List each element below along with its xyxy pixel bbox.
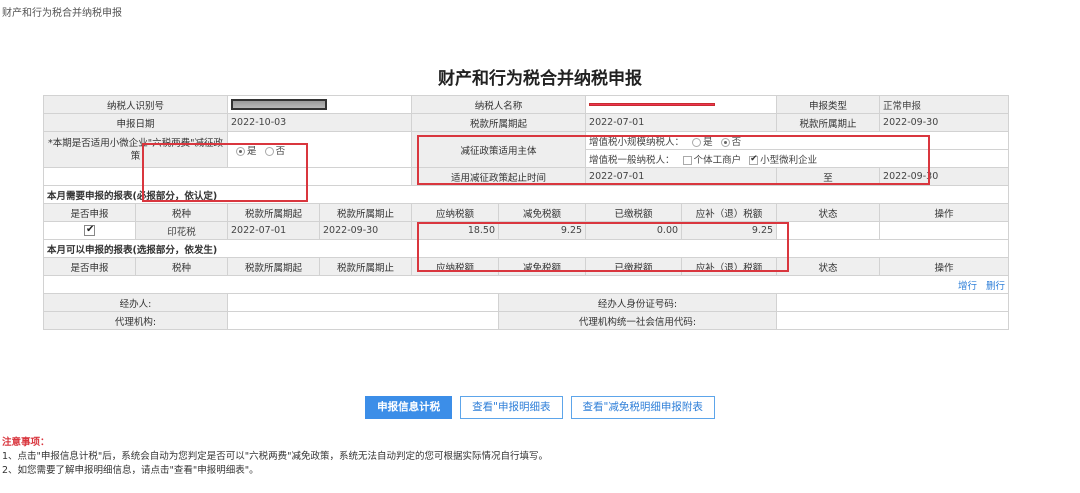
six-tax-no-radio[interactable]: [264, 146, 274, 156]
required-header-due: 应补（退）税额: [681, 203, 778, 222]
blank-cell: [42, 167, 413, 186]
due-cell: 9.25: [681, 221, 778, 240]
reduction-end-value: 2022-09-30: [879, 167, 1010, 186]
agency-code-input[interactable]: [776, 311, 1010, 330]
add-row-link[interactable]: 增行: [958, 281, 977, 292]
optional-header-end: 税款所属期止: [319, 257, 413, 276]
notes-title: 注意事项：: [2, 437, 50, 448]
handler-label: 经办人:: [42, 293, 229, 312]
six-tax-options: 是 否: [227, 131, 413, 168]
breadcrumb: 财产和行为税合并纳税申报: [2, 8, 122, 19]
row-start-cell: 2022-07-01: [227, 221, 321, 240]
notes: 注意事项： 1、点击"申报信息计税"后，系统会自动为您判定是否可以"六税两费"减…: [2, 436, 548, 478]
required-header-action: 操作: [879, 203, 1010, 222]
optional-header-declare: 是否申报: [43, 257, 136, 276]
optional-header-due: 应补（退）税额: [681, 257, 778, 276]
optional-header-reduced: 减免税额: [498, 257, 587, 276]
report-type-label: 申报类型: [776, 95, 881, 114]
six-tax-no-label: 否: [275, 145, 286, 157]
reduction-start-value: 2022-07-01: [585, 167, 778, 186]
period-start-value: 2022-07-01: [585, 113, 778, 132]
optional-header-status: 状态: [776, 257, 881, 276]
declaration-table: 纳税人识别号 纳税人名称 申报类型 正常申报 申报日期 2022-10-03 税…: [42, 95, 1010, 330]
small-scale-yes-radio[interactable]: [692, 137, 702, 147]
small-scale-no-radio[interactable]: [720, 137, 730, 147]
view-detail-button[interactable]: 查看"申报明细表: [460, 396, 563, 419]
general-taxpayer-row: 增值税一般纳税人： 个体工商户 小型微利企业: [585, 149, 1010, 168]
redacted-taxpayer-name: [589, 103, 716, 106]
required-header-payable: 应纳税额: [411, 203, 500, 222]
optional-section-title: 本月可以申报的报表(选报部分，依发生): [42, 239, 1010, 258]
optional-header-tax: 税种: [134, 257, 229, 276]
required-header-tax: 税种: [134, 203, 229, 222]
report-date-label: 申报日期: [42, 113, 229, 132]
notes-line-2: 2、如您需要了解申报明细信息，请点击"查看"申报明细表"。: [2, 465, 259, 476]
taxpayer-name-value: [585, 95, 778, 114]
notes-line-1: 1、点击"申报信息计税"后，系统会自动为您判定是否可以"六税两费"减免政策，系统…: [2, 451, 549, 462]
period-start-label: 税款所属期起: [411, 113, 587, 132]
view-reduction-button[interactable]: 查看"减免税明细申报附表: [570, 396, 715, 419]
row-actions: 增行 删行: [42, 275, 1010, 294]
taxpayer-id-label: 纳税人识别号: [42, 95, 229, 114]
small-scale-no-label: 否: [731, 136, 742, 148]
declare-checkbox[interactable]: [84, 224, 95, 236]
required-header-status: 状态: [776, 203, 881, 222]
small-scale-yes-label: 是: [703, 136, 713, 148]
individual-business-label: 个体工商户: [693, 154, 742, 166]
small-micro-label: 小型微利企业: [760, 154, 818, 166]
declare-checkbox-cell: [43, 221, 136, 240]
report-date-value: 2022-10-03: [227, 113, 413, 132]
report-type-value: 正常申报: [879, 95, 1010, 114]
individual-business-checkbox[interactable]: [682, 155, 692, 165]
small-micro-checkbox[interactable]: [749, 154, 759, 165]
row-end-cell: 2022-09-30: [319, 221, 413, 240]
payable-cell: 18.50: [411, 221, 500, 240]
page-title: 财产和行为税合并纳税申报: [438, 69, 642, 89]
tax-type-cell: 印花税: [134, 221, 229, 240]
required-header-paid: 已缴税额: [585, 203, 683, 222]
required-header-reduced: 减免税额: [498, 203, 587, 222]
status-cell: [776, 221, 881, 240]
required-section-title: 本月需要申报的报表(必报部分，依认定): [42, 185, 1010, 204]
taxpayer-id-value: [227, 95, 413, 114]
action-cell: [879, 221, 1010, 240]
delete-row-link[interactable]: 删行: [986, 281, 1005, 292]
required-header-declare: 是否申报: [43, 203, 136, 222]
table-row: 印花税 2022-07-01 2022-09-30 18.50 9.25 0.0…: [43, 221, 1010, 240]
action-buttons: 申报信息计税 查看"申报明细表 查看"减免税明细申报附表: [0, 396, 1080, 419]
required-header-start: 税款所属期起: [227, 203, 321, 222]
agency-label: 代理机构:: [42, 311, 229, 330]
small-scale-row: 增值税小规模纳税人： 是 否: [585, 131, 1010, 150]
required-header-end: 税款所属期止: [319, 203, 413, 222]
agency-input[interactable]: [227, 311, 500, 330]
period-end-label: 税款所属期止: [776, 113, 881, 132]
paid-cell: 0.00: [585, 221, 683, 240]
to-label: 至: [776, 167, 881, 186]
optional-header-start: 税款所属期起: [227, 257, 321, 276]
handler-input[interactable]: [227, 293, 500, 312]
taxpayer-name-label: 纳税人名称: [411, 95, 587, 114]
optional-header-paid: 已缴税额: [585, 257, 683, 276]
period-end-value: 2022-09-30: [879, 113, 1010, 132]
agency-code-label: 代理机构统一社会信用代码:: [498, 311, 778, 330]
handler-id-input[interactable]: [776, 293, 1010, 312]
general-taxpayer-label: 增值税一般纳税人：: [589, 154, 675, 166]
optional-header-payable: 应纳税额: [411, 257, 500, 276]
six-tax-question: *本期是否适用小微企业"六税两费"减征政策: [42, 131, 229, 168]
small-scale-label: 增值税小规模纳税人：: [589, 136, 685, 148]
six-tax-yes-radio[interactable]: [236, 146, 246, 156]
reduction-subject-label: 减征政策适用主体: [411, 131, 587, 168]
redacted-taxpayer-id: [231, 99, 328, 110]
calc-button[interactable]: 申报信息计税: [365, 396, 453, 419]
reduction-period-label: 适用减征政策起止时间: [411, 167, 587, 186]
handler-id-label: 经办人身份证号码:: [498, 293, 778, 312]
optional-header-action: 操作: [879, 257, 1010, 276]
six-tax-yes-label: 是: [247, 145, 257, 157]
reduced-cell: 9.25: [498, 221, 587, 240]
